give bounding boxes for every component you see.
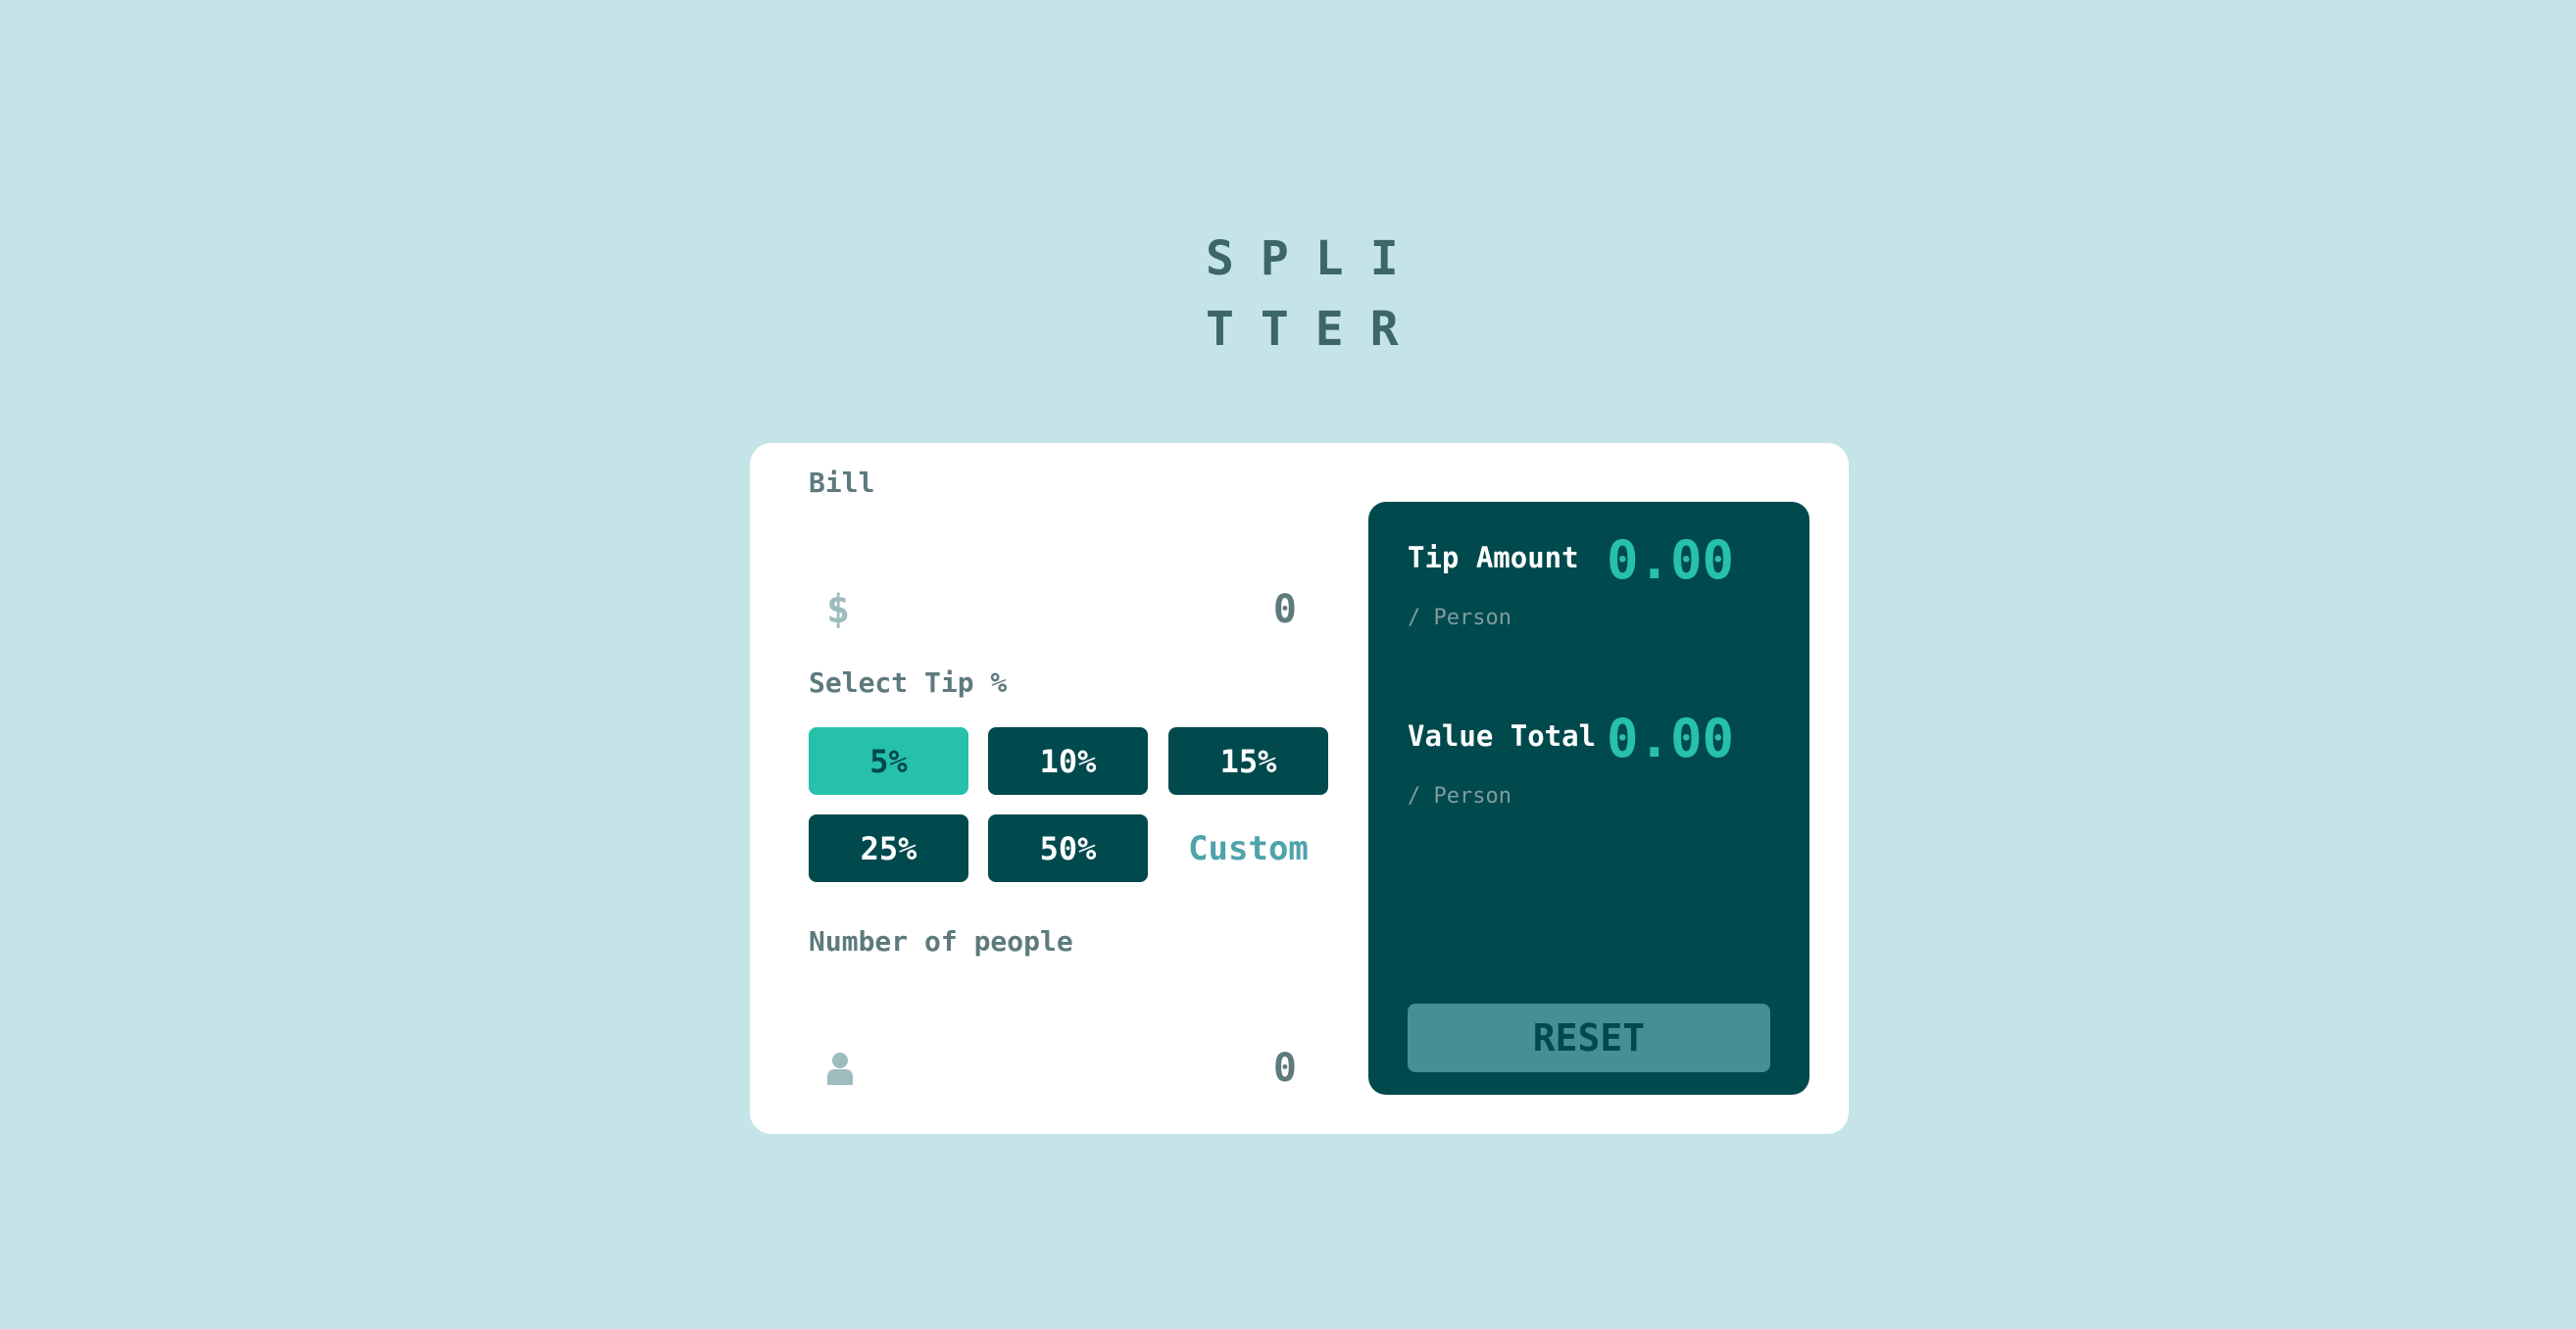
people-value: 0 bbox=[1272, 1046, 1297, 1091]
logo-line-2: TTER bbox=[1206, 302, 1425, 357]
people-label: Number of people bbox=[809, 925, 1073, 958]
result-panel: Tip Amount / Person 0.00 Value Total / P… bbox=[1368, 502, 1809, 1095]
tip-button-10[interactable]: 10% bbox=[988, 727, 1148, 795]
logo-line-1: SPLI bbox=[1206, 231, 1425, 286]
tip-amount-value: 0.00 bbox=[1607, 529, 1735, 591]
calculator-card: Bill $ 0 Select Tip % 5% 10% 15% 25% 50%… bbox=[750, 443, 1849, 1134]
tip-button-50[interactable]: 50% bbox=[988, 814, 1148, 882]
tip-amount-label: Tip Amount bbox=[1408, 541, 1579, 574]
dollar-icon: $ bbox=[826, 587, 851, 632]
person-icon bbox=[826, 1052, 854, 1085]
tip-button-15[interactable]: 15% bbox=[1168, 727, 1328, 795]
reset-button[interactable]: RESET bbox=[1408, 1004, 1770, 1072]
total-per-person: / Person bbox=[1408, 784, 1511, 809]
tip-custom-input[interactable]: Custom bbox=[1168, 814, 1328, 882]
bill-label: Bill bbox=[809, 467, 875, 499]
tip-button-5[interactable]: 5% bbox=[809, 727, 968, 795]
bill-input[interactable]: $ 0 bbox=[809, 570, 1330, 649]
tip-amount-per-person: / Person bbox=[1408, 606, 1511, 630]
people-input[interactable]: 0 bbox=[809, 1029, 1330, 1108]
select-tip-label: Select Tip % bbox=[809, 666, 1008, 699]
bill-value: 0 bbox=[1272, 587, 1297, 632]
tip-button-25[interactable]: 25% bbox=[809, 814, 968, 882]
total-value: 0.00 bbox=[1607, 708, 1735, 769]
app-logo: SPLI TTER bbox=[1206, 223, 1402, 365]
total-label: Value Total bbox=[1408, 719, 1597, 753]
